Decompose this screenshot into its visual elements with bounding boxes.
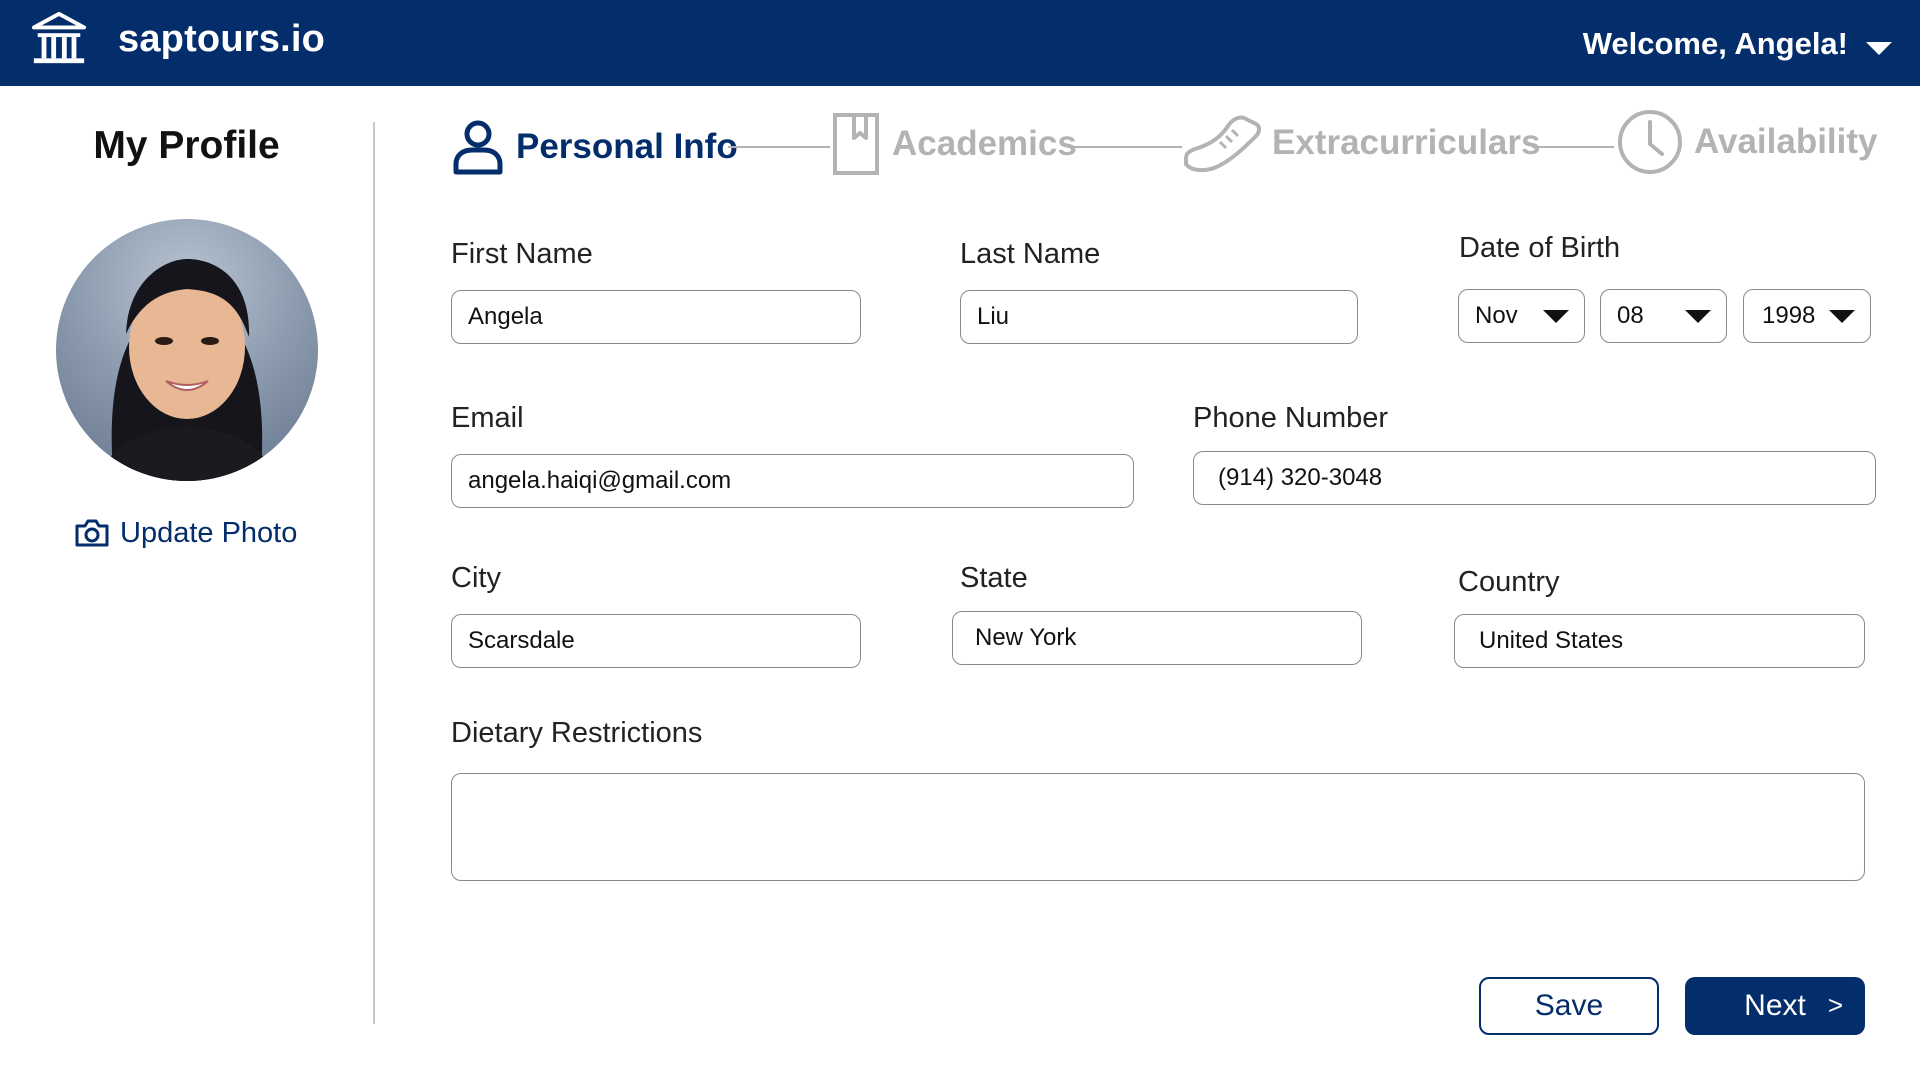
date-of-birth-label: Date of Birth (1459, 232, 1621, 264)
dietary-restrictions-textarea[interactable] (451, 773, 1865, 881)
step-connector (728, 146, 830, 148)
dob-month-select[interactable]: Nov (1458, 289, 1585, 343)
step-availability[interactable]: Availability (1616, 108, 1878, 176)
last-name-label: Last Name (960, 238, 1101, 270)
notebook-icon (833, 113, 879, 175)
avatar (56, 219, 318, 481)
country-input[interactable] (1454, 614, 1865, 668)
save-button[interactable]: Save (1479, 977, 1659, 1035)
profile-photo (96, 259, 278, 481)
state-input[interactable] (952, 611, 1362, 665)
welcome-message[interactable]: Welcome, Angela! (1583, 26, 1848, 62)
next-button[interactable]: Next > (1685, 977, 1865, 1035)
save-button-label: Save (1534, 989, 1604, 1022)
sneaker-icon (1184, 115, 1261, 173)
step-label: Availability (1694, 122, 1878, 161)
step-connector (1532, 146, 1614, 148)
country-label: Country (1458, 566, 1560, 598)
page-title: My Profile (93, 124, 280, 167)
phone-number-label: Phone Number (1193, 402, 1389, 434)
first-name-input[interactable] (451, 290, 861, 344)
step-label: Extracurriculars (1272, 123, 1541, 162)
step-academics[interactable]: Academics (832, 112, 1077, 176)
email-input[interactable] (451, 454, 1134, 508)
dob-month-value: Nov (1475, 302, 1518, 329)
phone-number-input[interactable] (1193, 451, 1876, 505)
email-label: Email (451, 402, 524, 434)
dob-day-select[interactable]: 08 (1600, 289, 1727, 343)
dob-day-value: 08 (1617, 302, 1644, 329)
next-button-label: Next (1744, 989, 1806, 1022)
step-personal-info[interactable]: Personal Info (452, 118, 738, 176)
chevron-down-icon (1543, 310, 1569, 323)
chevron-down-icon (1685, 310, 1711, 323)
step-extracurriculars[interactable]: Extracurriculars (1182, 112, 1540, 174)
camera-icon (75, 519, 109, 547)
update-photo-button[interactable]: Update Photo (74, 513, 297, 553)
brand-name[interactable]: saptours.io (118, 18, 325, 61)
top-bar: saptours.io Welcome, Angela! (0, 0, 1920, 86)
state-label: State (960, 562, 1028, 594)
first-name-label: First Name (451, 238, 593, 270)
update-photo-label: Update Photo (120, 516, 298, 549)
step-label: Academics (892, 124, 1077, 163)
chevron-down-icon (1829, 310, 1855, 323)
user-icon (453, 120, 503, 175)
sidebar-divider (373, 122, 375, 1024)
step-label: Personal Info (516, 127, 738, 166)
clock-icon (1618, 110, 1682, 174)
next-arrow-icon: > (1827, 990, 1843, 1020)
dob-year-value: 1998 (1762, 302, 1816, 329)
dob-year-select[interactable]: 1998 (1743, 289, 1871, 343)
last-name-input[interactable] (960, 290, 1358, 344)
caret-down-icon[interactable] (1864, 38, 1894, 58)
city-label: City (451, 562, 501, 594)
institution-building-icon[interactable] (30, 10, 88, 68)
dietary-restrictions-label: Dietary Restrictions (451, 717, 703, 749)
step-connector (1068, 146, 1182, 148)
city-input[interactable] (451, 614, 861, 668)
